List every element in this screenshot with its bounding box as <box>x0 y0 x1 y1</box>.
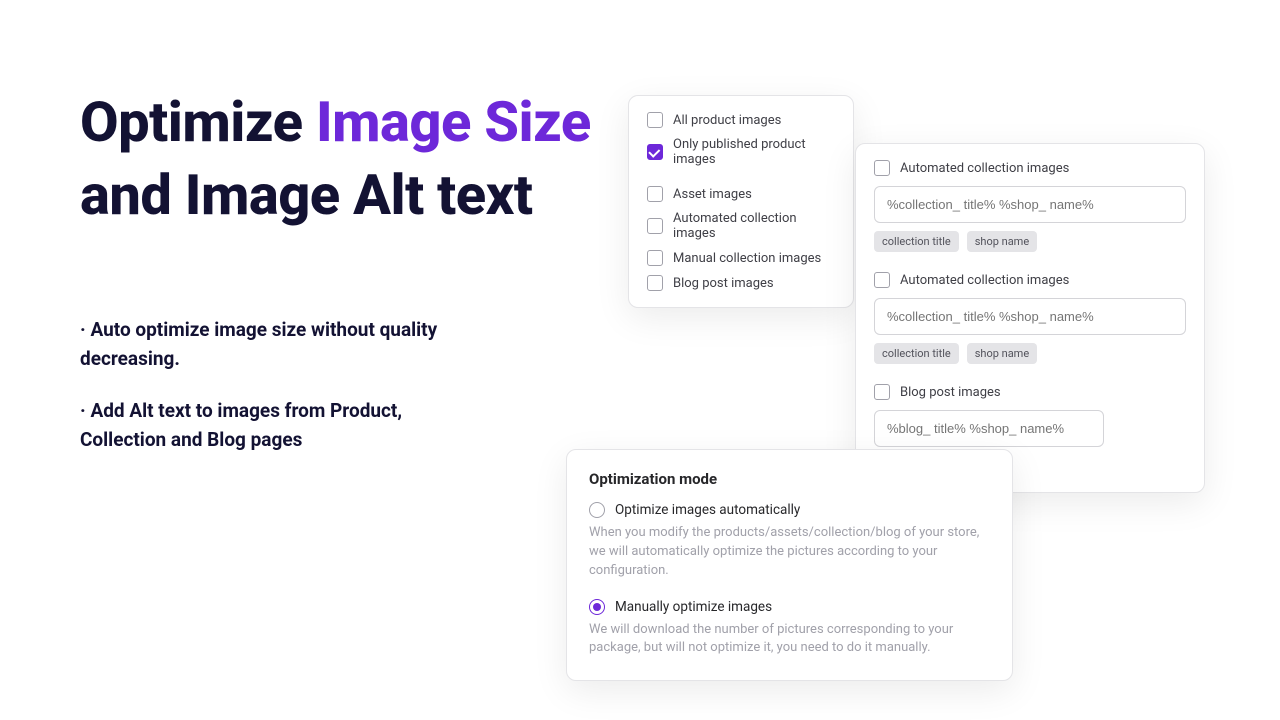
radio-icon <box>589 502 605 518</box>
alt-group-checkbox[interactable]: Automated collection images <box>874 160 1186 176</box>
radio-label: Optimize images automatically <box>615 502 800 518</box>
alt-template-input[interactable] <box>874 298 1186 335</box>
alt-group-auto-collection-1: Automated collection images collection t… <box>874 160 1186 252</box>
image-types-card: All product images Only published produc… <box>628 95 854 308</box>
alt-text-card: Automated collection images collection t… <box>855 143 1205 493</box>
spacer <box>647 176 835 186</box>
checkbox-icon <box>647 218 663 234</box>
tag-collection-title[interactable]: collection title <box>874 231 959 252</box>
bullet-1: · Auto optimize image size without quali… <box>80 316 480 373</box>
checkbox-icon <box>647 275 663 291</box>
heading-accent: Image Size <box>316 89 591 155</box>
checkbox-label: Only published product images <box>673 137 835 167</box>
optimization-mode-card: Optimization mode Optimize images automa… <box>566 449 1013 681</box>
alt-group-label: Automated collection images <box>900 273 1069 288</box>
checkbox-icon <box>647 144 663 160</box>
heading-part1: Optimize <box>80 89 316 155</box>
tag-collection-title[interactable]: collection title <box>874 343 959 364</box>
radio-label: Manually optimize images <box>615 599 772 615</box>
radio-manual[interactable]: Manually optimize images <box>589 599 990 615</box>
checkbox-icon <box>647 186 663 202</box>
tag-shop-name[interactable]: shop name <box>967 231 1037 252</box>
checkbox-only-published[interactable]: Only published product images <box>647 137 835 167</box>
tag-row: collection title shop name <box>874 231 1186 252</box>
checkbox-label: Automated collection images <box>673 211 835 241</box>
page-heading: Optimize Image Size and Image Alt text <box>80 86 640 232</box>
checkbox-label: Manual collection images <box>673 251 821 266</box>
mode-title: Optimization mode <box>589 470 990 488</box>
checkbox-icon <box>874 272 890 288</box>
radio-automatic[interactable]: Optimize images automatically <box>589 502 990 518</box>
alt-group-checkbox[interactable]: Blog post images <box>874 384 1186 400</box>
checkbox-auto-collection[interactable]: Automated collection images <box>647 211 835 241</box>
checkbox-label: All product images <box>673 113 781 128</box>
alt-group-label: Automated collection images <box>900 161 1069 176</box>
alt-group-auto-collection-2: Automated collection images collection t… <box>874 272 1186 364</box>
radio-description: We will download the number of pictures … <box>589 621 990 659</box>
checkbox-manual-collection[interactable]: Manual collection images <box>647 250 835 266</box>
checkbox-icon <box>647 112 663 128</box>
radio-description: When you modify the products/assets/coll… <box>589 524 990 581</box>
alt-group-label: Blog post images <box>900 385 1001 400</box>
radio-icon <box>589 599 605 615</box>
checkbox-icon <box>647 250 663 266</box>
tag-shop-name[interactable]: shop name <box>967 343 1037 364</box>
alt-template-input[interactable] <box>874 186 1186 223</box>
checkbox-label: Blog post images <box>673 276 774 291</box>
heading-part2: and Image Alt text <box>80 162 532 228</box>
feature-bullets: · Auto optimize image size without quali… <box>80 316 480 478</box>
tag-row: collection title shop name <box>874 343 1186 364</box>
alt-template-input[interactable] <box>874 410 1104 447</box>
bullet-2: · Add Alt text to images from Product, C… <box>80 397 480 454</box>
checkbox-asset-images[interactable]: Asset images <box>647 186 835 202</box>
checkbox-icon <box>874 160 890 176</box>
checkbox-label: Asset images <box>673 187 752 202</box>
checkbox-blog-images[interactable]: Blog post images <box>647 275 835 291</box>
checkbox-icon <box>874 384 890 400</box>
alt-group-checkbox[interactable]: Automated collection images <box>874 272 1186 288</box>
checkbox-all-products[interactable]: All product images <box>647 112 835 128</box>
